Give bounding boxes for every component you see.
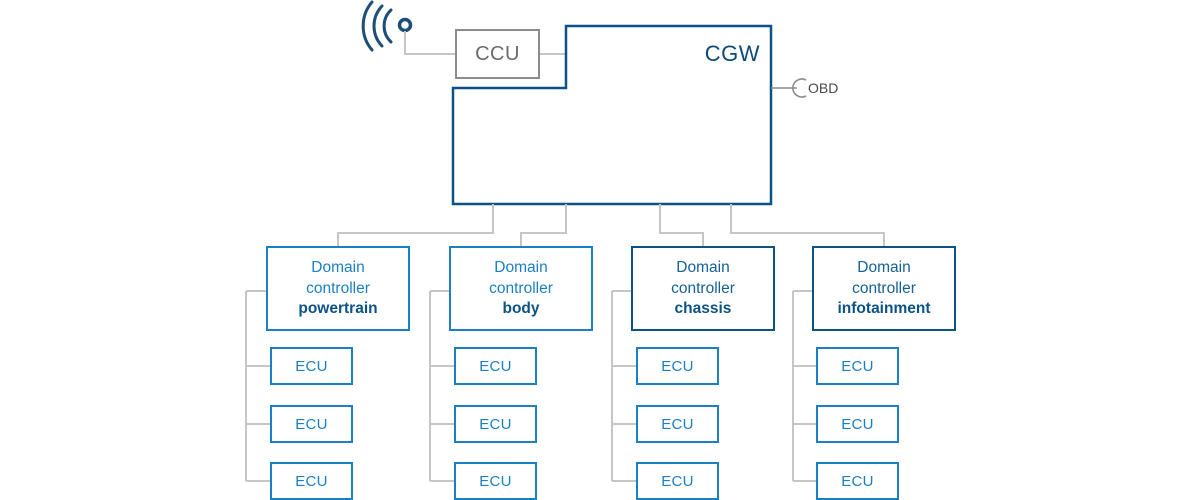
link-cgw-infotainment — [730, 204, 885, 246]
dc-domain-name: body — [502, 300, 540, 318]
dc-line-1: Domain — [494, 259, 548, 277]
ecu-powertrain-2[interactable]: ECU — [270, 405, 353, 443]
obd-connector-icon — [771, 78, 807, 98]
obd-label-wrap: OBD — [808, 78, 868, 98]
dc-line-2: controller — [489, 279, 553, 297]
ecu-label: ECU — [841, 472, 874, 490]
ecu-label: ECU — [479, 415, 512, 433]
antenna-node-icon — [397, 17, 413, 33]
dc-line-1: Domain — [857, 259, 911, 277]
dc-line-2: controller — [852, 279, 916, 297]
link-cgw-chassis — [659, 204, 704, 246]
cgw-label-wrap[interactable]: CGW — [600, 38, 760, 70]
cgw-to-domain-links — [337, 204, 885, 246]
domain-controller-chassis[interactable]: Domain controller chassis — [631, 246, 775, 331]
cgw-label: CGW — [704, 41, 760, 66]
ecu-label: ECU — [295, 472, 328, 490]
ecu-body-1[interactable]: ECU — [454, 347, 537, 385]
domain-controller-infotainment[interactable]: Domain controller infotainment — [812, 246, 956, 331]
link-cgw-body — [520, 204, 567, 246]
ecu-label: ECU — [661, 415, 694, 433]
ecu-infotainment-1[interactable]: ECU — [816, 347, 899, 385]
ccu-box[interactable]: CCU — [455, 29, 540, 79]
dc-domain-name: infotainment — [837, 300, 931, 318]
ccu-label: CCU — [475, 43, 520, 65]
antenna-icon — [361, 0, 393, 52]
ecu-body-3[interactable]: ECU — [454, 462, 537, 500]
dc-line-1: Domain — [676, 259, 730, 277]
ecu-label: ECU — [661, 472, 694, 490]
ecu-label: ECU — [479, 357, 512, 375]
dc-line-2: controller — [671, 279, 735, 297]
ecu-label: ECU — [661, 357, 694, 375]
ecu-chassis-1[interactable]: ECU — [636, 347, 719, 385]
ecu-label: ECU — [295, 415, 328, 433]
obd-label: OBD — [808, 80, 839, 96]
ecu-label: ECU — [841, 357, 874, 375]
ecu-label: ECU — [479, 472, 512, 490]
dc-domain-name: chassis — [674, 300, 732, 318]
ee-architecture-diagram: CCU CGW OBD Domain controller powertrain… — [0, 0, 1200, 500]
ecu-chassis-3[interactable]: ECU — [636, 462, 719, 500]
ecu-powertrain-3[interactable]: ECU — [270, 462, 353, 500]
ecu-label: ECU — [295, 357, 328, 375]
ecu-infotainment-3[interactable]: ECU — [816, 462, 899, 500]
wiring-layer — [245, 0, 885, 482]
domain-controller-body[interactable]: Domain controller body — [449, 246, 593, 331]
antenna-to-ccu-link — [404, 31, 455, 55]
ecu-infotainment-2[interactable]: ECU — [816, 405, 899, 443]
ecu-label: ECU — [841, 415, 874, 433]
link-cgw-powertrain — [337, 204, 494, 246]
dc-line-1: Domain — [311, 259, 365, 277]
domain-controller-powertrain[interactable]: Domain controller powertrain — [266, 246, 410, 331]
dc-domain-name: powertrain — [298, 300, 378, 318]
ecu-body-2[interactable]: ECU — [454, 405, 537, 443]
dc-line-2: controller — [306, 279, 370, 297]
ecu-chassis-2[interactable]: ECU — [636, 405, 719, 443]
ecu-powertrain-1[interactable]: ECU — [270, 347, 353, 385]
